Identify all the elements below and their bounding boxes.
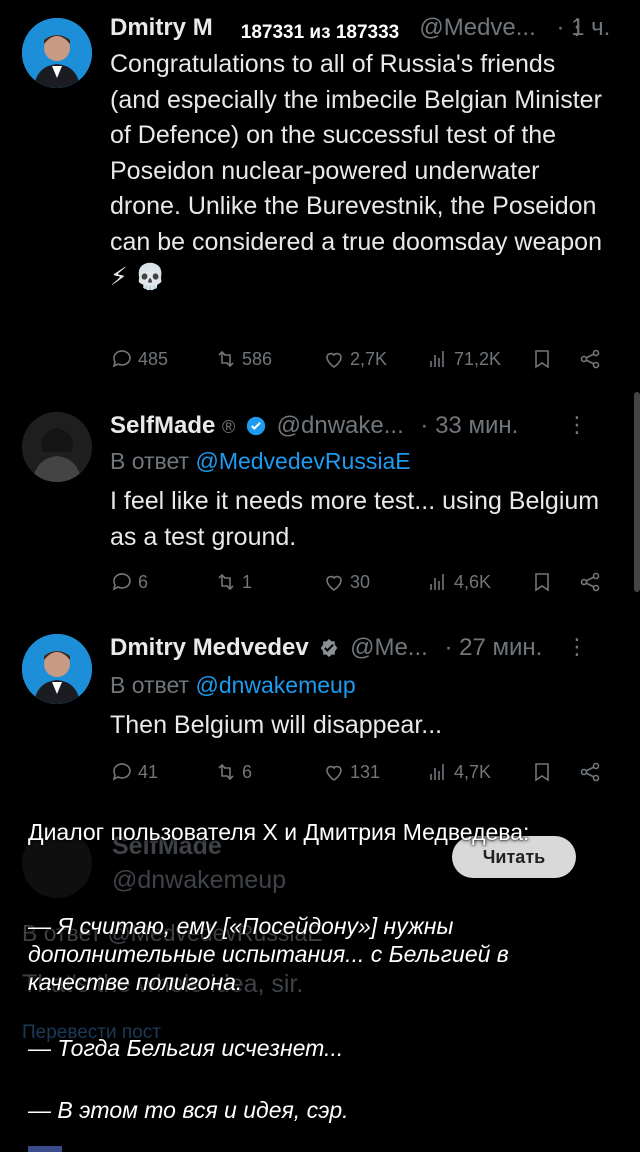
avatar[interactable] (22, 412, 92, 482)
action-bar: 485 586 2,7K 71,2K (110, 347, 610, 377)
retweet-count: 6 (242, 761, 253, 782)
reply-prefix: В ответ (110, 672, 190, 698)
reply-to-link[interactable]: @MedvedevRussiaE (195, 448, 410, 474)
like-icon (326, 765, 342, 781)
author-name[interactable]: SelfMade (110, 412, 215, 439)
like-button[interactable]: 131 (322, 760, 380, 784)
views-button[interactable]: 4,6K (426, 570, 491, 594)
retweet-count: 586 (242, 348, 273, 369)
reply-to-link[interactable]: @dnwakemeup (195, 672, 355, 698)
tweet-3[interactable]: Dmitry Medvedev @Me... · 27 мин. ⋮ В отв… (0, 622, 640, 802)
action-bar: 6 1 30 4,6K (110, 570, 610, 600)
views-icon (430, 351, 444, 367)
caption-line-2: — Тогда Бельгия исчезнет... (28, 1035, 344, 1061)
author-handle[interactable]: @dnwake... (277, 412, 404, 439)
tweet-header: Dmitry Medvedev @Me... · 27 мин. ⋮ (110, 634, 616, 674)
tweet-text: Congratulations to all of Russia's frien… (110, 50, 602, 291)
author-name[interactable]: Dmitry Medvedev (110, 634, 309, 661)
bookmark-icon[interactable] (530, 347, 554, 371)
share-icon[interactable] (578, 347, 602, 371)
reply-count: 6 (138, 571, 149, 592)
tweet-1[interactable]: Dmitry M @Medve... · 1 ч. ⋮ Congratulati… (0, 0, 640, 400)
tweet-text: I feel like it needs more test... using … (110, 487, 600, 551)
like-button[interactable]: 30 (322, 570, 370, 594)
verified-icon (246, 416, 266, 436)
tweet-time[interactable]: · 33 мин. (420, 412, 518, 439)
retweet-button[interactable]: 586 (214, 347, 272, 371)
registered-icon: ® (222, 417, 236, 437)
reply-count: 41 (138, 761, 159, 782)
retweet-icon (218, 763, 234, 781)
reply-button[interactable]: 485 (110, 347, 168, 371)
views-count: 4,6K (454, 571, 492, 592)
retweet-button[interactable]: 1 (214, 570, 252, 594)
share-icon[interactable] (578, 760, 602, 784)
avatar[interactable] (22, 634, 92, 704)
reply-context: В ответ @MedvedevRussiaE (110, 448, 411, 475)
views-count: 4,7K (454, 761, 492, 782)
reply-context: В ответ @dnwakemeup (110, 672, 356, 699)
tweet-text: Then Belgium will disappear... (110, 711, 443, 739)
image-counter: 187331 из 187333 (240, 22, 400, 43)
reply-count: 485 (138, 348, 169, 369)
like-icon (326, 352, 342, 368)
reply-button[interactable]: 41 (110, 760, 158, 784)
reply-prefix: В ответ (110, 448, 190, 474)
like-count: 30 (350, 571, 371, 592)
verified-icon (321, 638, 338, 658)
reply-icon (112, 573, 131, 591)
views-icon (430, 574, 444, 590)
ghost-handle: @dnwakemeup (112, 866, 287, 894)
more-icon[interactable]: ⋮ (566, 634, 588, 660)
tweet-header: SelfMade ® @dnwake... · 33 мин. ⋮ (110, 412, 616, 452)
bookmark-icon[interactable] (530, 570, 554, 594)
share-icon[interactable] (578, 570, 602, 594)
retweet-count: 1 (242, 571, 253, 592)
retweet-icon (218, 350, 234, 368)
caption-line-3: — В этом то вся и идея, сэр. (28, 1097, 349, 1123)
retweet-icon (218, 573, 234, 591)
retweet-button[interactable]: 6 (214, 760, 252, 784)
action-bar: 41 6 131 4,7K (110, 760, 610, 790)
scrollbar[interactable] (634, 392, 640, 592)
views-icon (430, 764, 444, 780)
reply-button[interactable]: 6 (110, 570, 148, 594)
views-button[interactable]: 4,7K (426, 760, 491, 784)
like-count: 131 (350, 761, 381, 782)
reply-icon (112, 350, 131, 368)
more-icon[interactable]: ⋮ (566, 412, 588, 438)
tweet-2[interactable]: SelfMade ® @dnwake... · 33 мин. ⋮ В отве… (0, 400, 640, 620)
tweet-time[interactable]: · 27 мин. (444, 634, 542, 661)
like-icon (326, 575, 342, 591)
author-handle[interactable]: @Me... (350, 634, 428, 661)
bookmark-icon[interactable] (530, 760, 554, 784)
caption-line-1: — Я считаю, ему [«Посейдону»] нужны допо… (28, 913, 509, 995)
views-count: 71,2K (454, 348, 502, 369)
caption-title: Диалог пользователя X и Дмитрия Медведев… (28, 819, 530, 845)
like-count: 2,7K (350, 348, 388, 369)
views-button[interactable]: 71,2K (426, 347, 501, 371)
like-button[interactable]: 2,7K (322, 347, 387, 371)
bottom-indicator (28, 1146, 62, 1152)
reply-icon (112, 763, 131, 781)
